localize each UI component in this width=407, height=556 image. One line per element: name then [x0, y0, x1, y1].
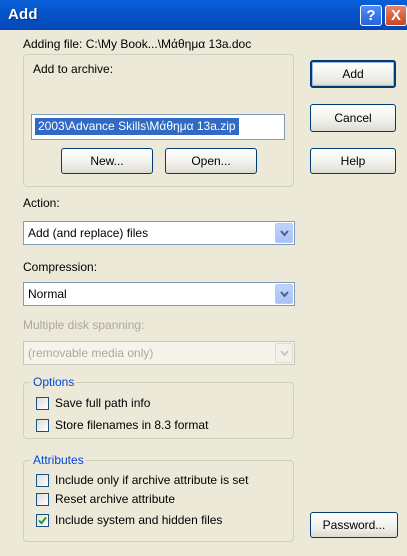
- save-full-path-label[interactable]: Save full path info: [55, 396, 150, 410]
- store-83-filenames-checkbox[interactable]: [36, 419, 49, 432]
- help-button[interactable]: Help: [310, 148, 396, 174]
- spanning-value: (removable media only): [28, 346, 154, 360]
- question-mark-icon: ?: [366, 7, 376, 24]
- compression-label: Compression:: [23, 260, 98, 274]
- add-button[interactable]: Add: [310, 60, 396, 88]
- close-icon: X: [390, 7, 401, 24]
- include-system-hidden-checkbox[interactable]: [36, 514, 49, 527]
- title-bar[interactable]: Add ? X: [0, 0, 407, 30]
- action-value: Add (and replace) files: [28, 226, 149, 240]
- reset-archive-attribute-checkbox[interactable]: [36, 493, 49, 506]
- compression-select[interactable]: Normal: [23, 282, 295, 306]
- help-title-button[interactable]: ?: [360, 5, 382, 26]
- spanning-dropdown-button: [275, 343, 293, 363]
- chevron-down-icon: [280, 291, 289, 298]
- include-system-hidden-label[interactable]: Include system and hidden files: [55, 513, 222, 527]
- window-title: Add: [8, 6, 38, 23]
- store-83-filenames-label[interactable]: Store filenames in 8.3 format: [55, 418, 208, 432]
- action-select[interactable]: Add (and replace) files: [23, 221, 295, 245]
- add-to-archive-label: Add to archive:: [33, 62, 114, 76]
- close-button[interactable]: X: [385, 5, 407, 26]
- cancel-button[interactable]: Cancel: [310, 104, 396, 132]
- options-caption: Options: [31, 375, 77, 389]
- archive-attribute-only-label[interactable]: Include only if archive attribute is set: [55, 473, 248, 487]
- compression-value: Normal: [28, 287, 67, 301]
- attributes-caption: Attributes: [31, 453, 86, 467]
- new-button[interactable]: New...: [61, 148, 153, 174]
- adding-file-label: Adding file: C:\My Book...\Μάθημα 13a.do…: [23, 37, 252, 51]
- compression-dropdown-button[interactable]: [275, 284, 293, 304]
- archive-attribute-only-checkbox[interactable]: [36, 474, 49, 487]
- spanning-select: (removable media only): [23, 341, 295, 365]
- chevron-down-icon: [280, 230, 289, 237]
- open-button[interactable]: Open...: [165, 148, 257, 174]
- password-button[interactable]: Password...: [310, 512, 398, 538]
- save-full-path-checkbox[interactable]: [36, 397, 49, 410]
- spanning-label: Multiple disk spanning:: [23, 318, 145, 332]
- action-label: Action:: [23, 196, 60, 210]
- archive-path-value: 2003\Advance Skills\Μάθημα 13a.zip: [35, 118, 239, 135]
- reset-archive-attribute-label[interactable]: Reset archive attribute: [55, 492, 175, 506]
- checkmark-icon: [38, 516, 47, 525]
- action-dropdown-button[interactable]: [275, 223, 293, 243]
- chevron-down-icon: [280, 350, 289, 357]
- archive-path-input[interactable]: 2003\Advance Skills\Μάθημα 13a.zip: [31, 114, 285, 140]
